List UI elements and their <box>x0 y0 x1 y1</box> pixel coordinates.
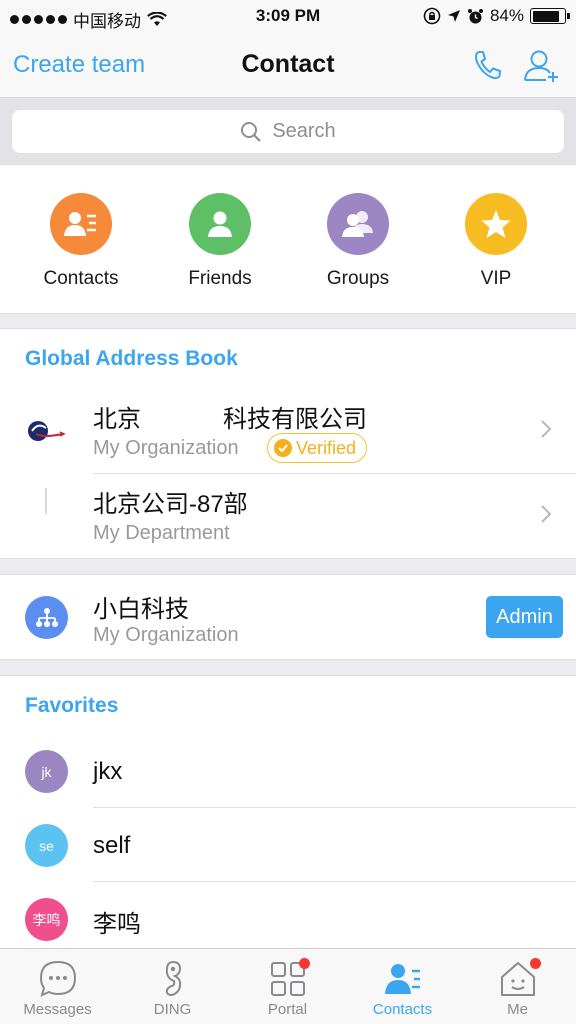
rotation-lock-icon <box>423 7 441 25</box>
status-right: 84% <box>423 6 570 26</box>
check-icon <box>274 439 292 457</box>
organization-name: 小白科技 <box>93 596 189 623</box>
favorite-item[interactable]: se self <box>0 808 576 882</box>
favorite-name: self <box>93 832 131 859</box>
phone-icon[interactable] <box>472 49 502 86</box>
search-bar-container: Search <box>0 99 576 165</box>
org-subtitle: My Organization <box>93 437 239 459</box>
avatar: 李鸣 <box>25 898 68 941</box>
tab-me[interactable]: Me <box>460 949 575 1024</box>
tab-label: Me <box>507 1001 528 1018</box>
organization-subtitle: My Organization <box>93 624 239 646</box>
tab-label: DING <box>153 1001 192 1018</box>
search-input[interactable]: Search <box>12 110 564 153</box>
tab-label: Portal <box>267 1001 308 1018</box>
quick-action-groups[interactable]: Groups <box>298 193 418 290</box>
contacts-icon <box>50 193 112 255</box>
section-title: Global Address Book <box>25 347 238 370</box>
alarm-icon <box>467 8 484 25</box>
quick-action-vip[interactable]: VIP <box>436 193 556 290</box>
quick-action-label: Groups <box>326 268 390 289</box>
favorite-name: jkx <box>93 758 123 785</box>
org-chart-icon <box>25 596 68 639</box>
favorite-item[interactable]: jk jkx <box>0 734 576 808</box>
verified-label: Verified <box>296 437 357 458</box>
tab-portal[interactable]: Portal <box>230 949 345 1024</box>
department-logo <box>45 488 47 514</box>
contacts-icon <box>383 959 423 999</box>
search-placeholder: Search <box>272 120 336 142</box>
org-row-department[interactable]: 北京公司-87部 My Department <box>0 474 576 559</box>
battery-level-fill <box>532 10 559 22</box>
section-title: Favorites <box>25 694 119 717</box>
department-name: 北京公司-87部 <box>93 491 248 518</box>
chevron-right-icon <box>540 419 552 444</box>
favorite-name: 李鸣 <box>93 911 141 938</box>
search-icon <box>240 121 262 143</box>
org-name-part1: 北京 <box>93 406 141 433</box>
verified-badge: Verified <box>267 433 368 463</box>
notification-badge <box>299 958 310 969</box>
nav-bar: Create team Contact <box>0 34 576 98</box>
status-bar: 中国移动 3:09 PM 84% <box>0 0 576 34</box>
admin-button[interactable]: Admin <box>486 596 563 638</box>
tab-label: Messages <box>23 1001 92 1018</box>
battery-percent: 84% <box>489 6 524 25</box>
tab-ding[interactable]: DING <box>115 949 230 1024</box>
chat-bubble-icon <box>38 959 78 999</box>
org-name: 北京 科技有限公司 <box>93 399 367 434</box>
avatar: jk <box>25 750 68 793</box>
notification-badge <box>530 958 541 969</box>
tab-label: Contacts <box>372 1001 433 1018</box>
quick-action-contacts[interactable]: Contacts <box>21 193 141 290</box>
quick-action-label: Friends <box>188 268 252 289</box>
groups-icon <box>327 193 389 255</box>
tab-messages[interactable]: Messages <box>0 949 115 1024</box>
favorite-item[interactable]: 李鸣 李鸣 <box>0 882 576 956</box>
quick-action-friends[interactable]: Friends <box>160 193 280 290</box>
department-subtitle: My Department <box>93 522 230 544</box>
tab-contacts[interactable]: Contacts <box>345 949 460 1024</box>
tab-bar: Messages DING Portal Contacts Me <box>0 948 576 1024</box>
avatar: se <box>25 824 68 867</box>
company-logo <box>24 408 69 453</box>
star-icon <box>465 193 527 255</box>
org-row-company[interactable]: 北京 科技有限公司 My Organization Verified <box>0 387 576 473</box>
battery-icon <box>530 8 570 24</box>
global-address-book-section: Global Address Book 北京 科技有限公司 My Organiza… <box>0 328 576 559</box>
add-contact-icon[interactable] <box>522 49 562 88</box>
quick-action-label: VIP <box>480 268 512 289</box>
favorites-section: Favorites jk jkx se self 李鸣 李鸣 <box>0 675 576 965</box>
quick-actions: Contacts Friends Groups VIP <box>0 165 576 314</box>
chevron-right-icon <box>540 504 552 529</box>
organization-row[interactable]: 小白科技 My Organization Admin <box>0 574 576 660</box>
ding-icon <box>153 959 193 999</box>
quick-action-label: Contacts <box>43 268 119 289</box>
friend-icon <box>189 193 251 255</box>
location-icon <box>447 9 461 23</box>
org-name-part2: 科技有限公司 <box>223 406 367 433</box>
